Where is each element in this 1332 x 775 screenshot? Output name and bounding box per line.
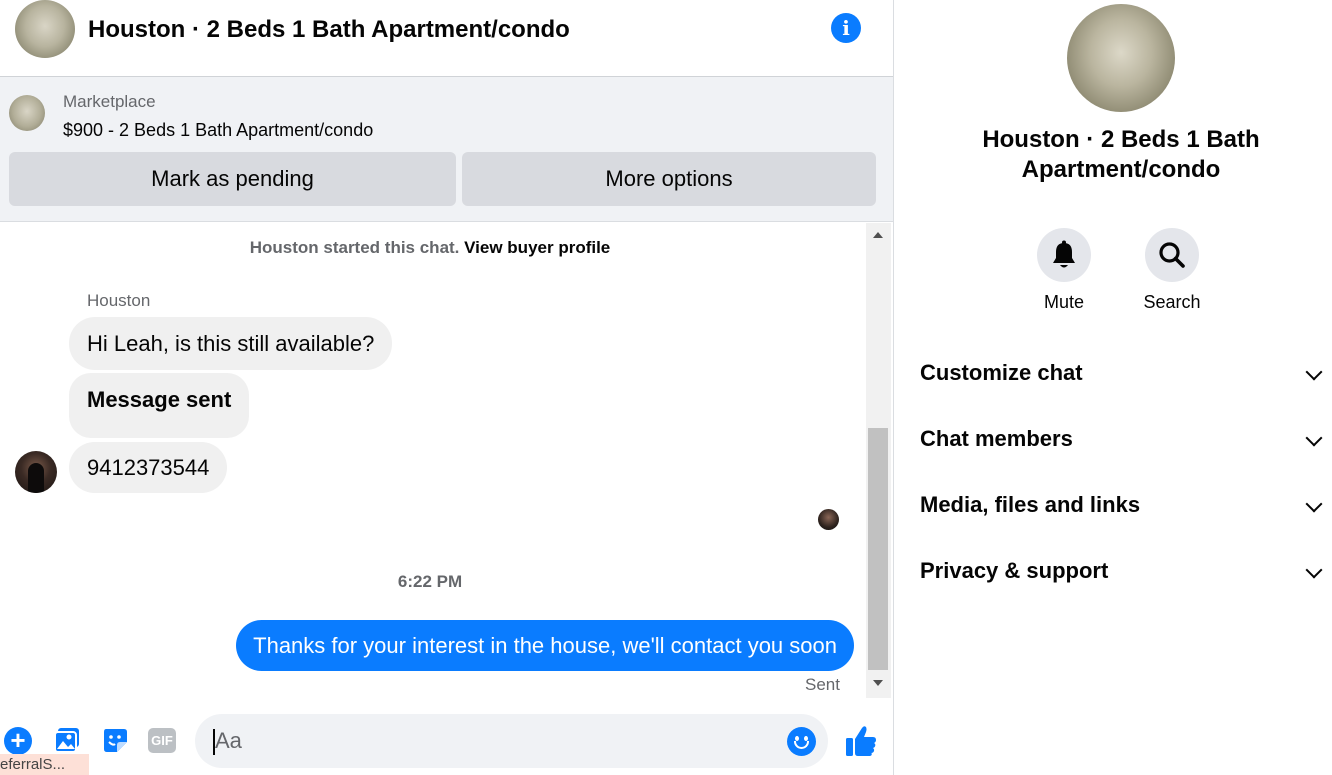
message-composer: + GIF Aa bbox=[0, 700, 893, 775]
message-input[interactable]: Aa bbox=[195, 714, 828, 768]
chevron-down-icon bbox=[1305, 561, 1323, 579]
message-timestamp: 6:22 PM bbox=[397, 572, 463, 591]
chevron-down-icon bbox=[1305, 363, 1323, 381]
sticker-icon[interactable] bbox=[101, 726, 129, 754]
section-label: Media, files and links bbox=[920, 492, 1141, 517]
sender-avatar[interactable] bbox=[15, 451, 57, 493]
search-icon[interactable] bbox=[1145, 228, 1199, 282]
chat-members-row[interactable]: Chat members bbox=[920, 419, 1323, 459]
search-label: Search bbox=[1143, 292, 1201, 312]
view-buyer-profile-link[interactable]: View buyer profile bbox=[464, 238, 610, 257]
thumbs-up-icon[interactable] bbox=[845, 724, 877, 758]
marketplace-listing-banner: Marketplace $900 - 2 Beds 1 Bath Apartme… bbox=[0, 77, 893, 222]
info-icon[interactable]: i bbox=[831, 13, 861, 43]
scroll-thumb[interactable] bbox=[868, 428, 888, 670]
listing-price-title[interactable]: $900 - 2 Beds 1 Bath Apartment/condo bbox=[63, 120, 373, 141]
chevron-down-icon bbox=[1305, 429, 1323, 447]
plus-icon[interactable]: + bbox=[4, 727, 32, 755]
chat-started-text: Houston started this chat. bbox=[249, 238, 460, 257]
chat-started-notice: Houston started this chat. View buyer pr… bbox=[0, 238, 860, 258]
privacy-support-row[interactable]: Privacy & support bbox=[920, 551, 1323, 591]
listing-thumbnail[interactable] bbox=[9, 95, 45, 131]
scroll-up-arrow[interactable] bbox=[873, 232, 883, 238]
incoming-message[interactable]: Message sent bbox=[69, 373, 250, 438]
thread-scrollbar[interactable] bbox=[866, 223, 891, 698]
listing-source: Marketplace bbox=[63, 92, 156, 111]
media-files-links-row[interactable]: Media, files and links bbox=[920, 485, 1323, 525]
listing-avatar[interactable] bbox=[15, 0, 75, 58]
section-label: Customize chat bbox=[920, 360, 1083, 385]
scroll-down-arrow[interactable] bbox=[873, 680, 883, 686]
sender-name: Houston bbox=[87, 291, 151, 310]
incoming-message[interactable]: 9412373544 bbox=[69, 442, 228, 493]
chevron-down-icon bbox=[1305, 495, 1323, 513]
section-label: Privacy & support bbox=[920, 558, 1109, 583]
outgoing-message[interactable]: Thanks for your interest in the house, w… bbox=[236, 620, 854, 671]
emoji-icon[interactable] bbox=[787, 727, 816, 756]
chat-header: Houston · 2 Beds 1 Bath Apartment/condo … bbox=[0, 0, 893, 77]
bell-icon[interactable] bbox=[1037, 228, 1091, 282]
gif-icon[interactable]: GIF bbox=[148, 728, 176, 753]
chat-title[interactable]: Houston · 2 Beds 1 Bath Apartment/condo bbox=[88, 16, 570, 44]
message-thread: Houston started this chat. View buyer pr… bbox=[0, 223, 866, 698]
chat-details-pane: Houston · 2 Beds 1 Bath Apartment/condo … bbox=[895, 0, 1332, 775]
read-receipt-avatar bbox=[818, 509, 839, 530]
mark-as-pending-button[interactable]: Mark as pending bbox=[9, 152, 456, 206]
details-avatar[interactable] bbox=[1067, 4, 1175, 112]
message-input-placeholder: Aa bbox=[215, 728, 242, 753]
incoming-message[interactable]: Hi Leah, is this still available? bbox=[69, 317, 393, 370]
taskbar-tooltip: eferralS... bbox=[0, 754, 89, 775]
more-options-button[interactable]: More options bbox=[462, 152, 876, 206]
emoji-mouth bbox=[794, 741, 809, 749]
message-status: Sent bbox=[805, 675, 840, 694]
customize-chat-row[interactable]: Customize chat bbox=[920, 353, 1323, 393]
search-button[interactable]: Search bbox=[1132, 228, 1212, 313]
details-title: Houston · 2 Beds 1 Bath Apartment/condo bbox=[982, 126, 1260, 183]
conversation-pane: Houston · 2 Beds 1 Bath Apartment/condo … bbox=[0, 0, 894, 775]
mute-label: Mute bbox=[1043, 292, 1085, 312]
photo-icon[interactable] bbox=[53, 726, 81, 754]
section-label: Chat members bbox=[920, 426, 1073, 451]
mute-button[interactable]: Mute bbox=[1024, 228, 1104, 313]
